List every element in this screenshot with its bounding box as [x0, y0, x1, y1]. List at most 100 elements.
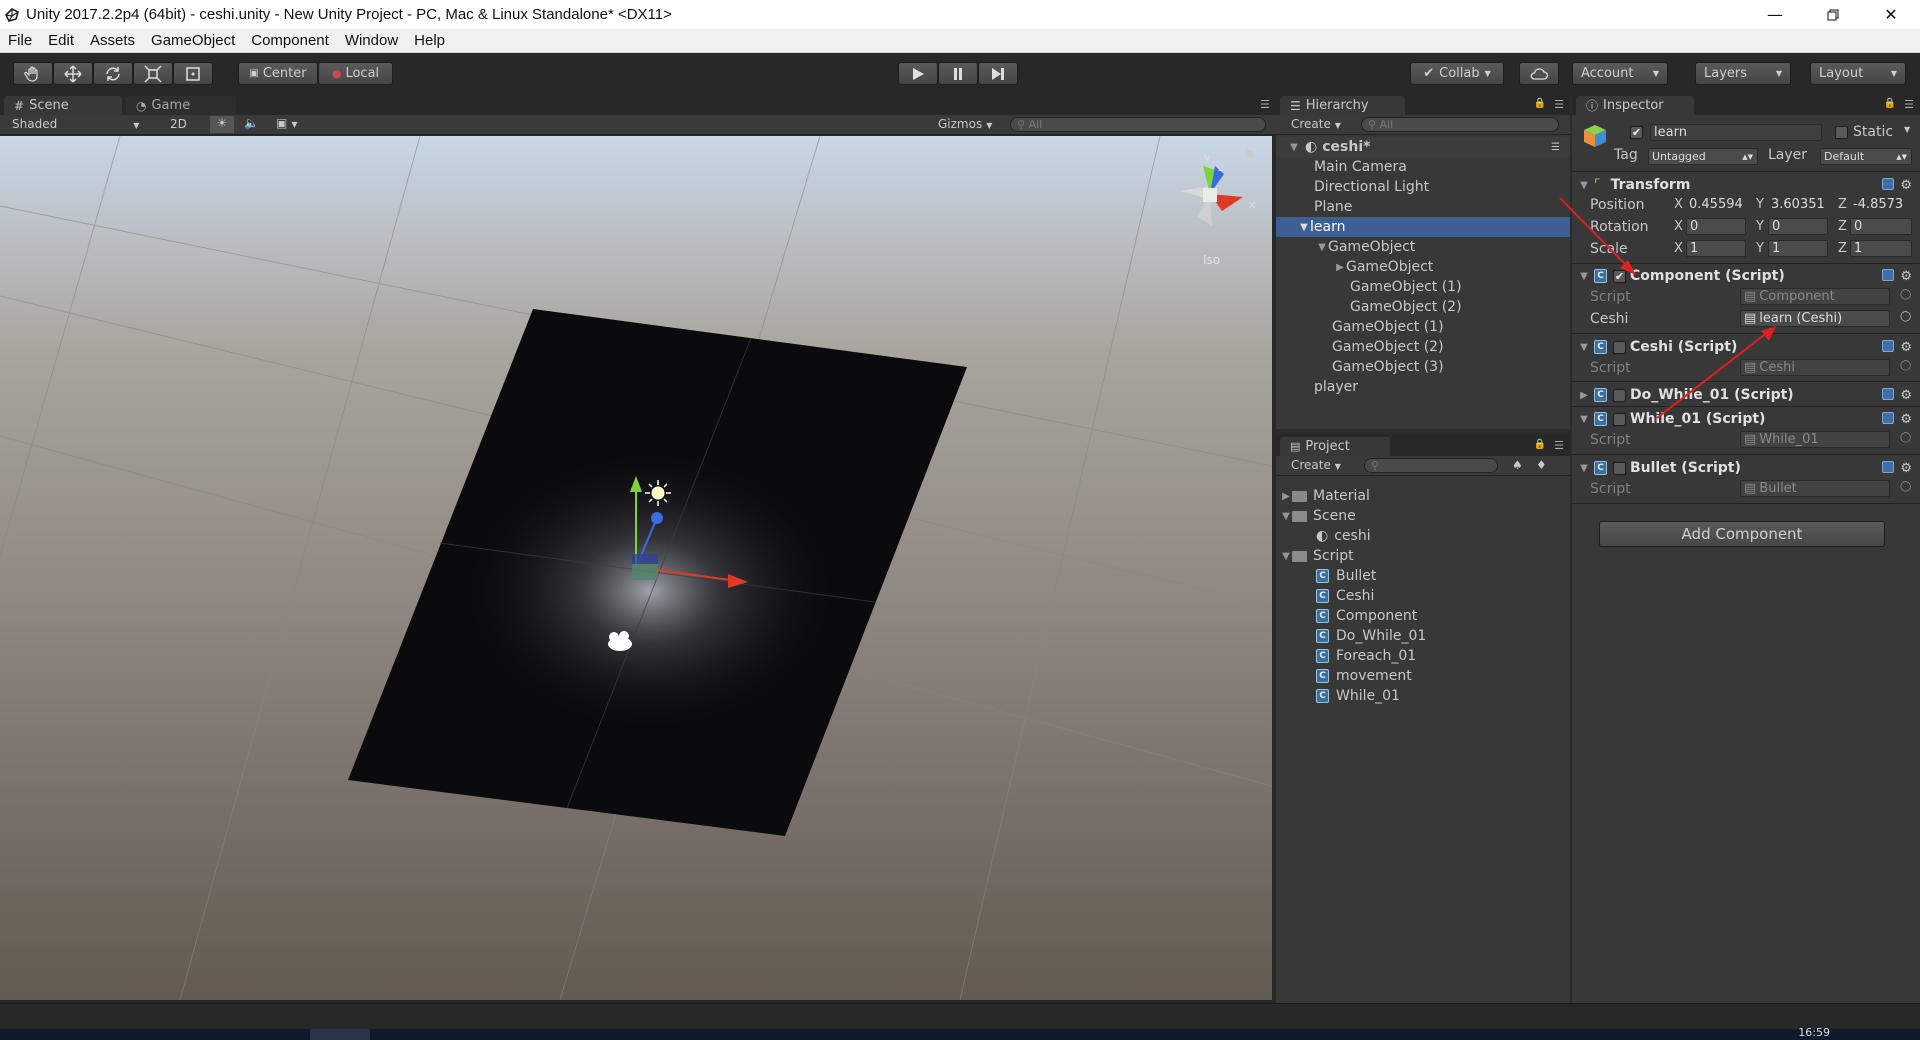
scene-root-row[interactable]: ▼ ◐ ceshi* ☰ [1276, 137, 1570, 157]
scene-search-input[interactable]: ⚲ All [1010, 117, 1266, 132]
static-dropdown-arrow-icon[interactable]: ▼ [1904, 125, 1910, 134]
hierarchy-item[interactable]: GameObject (1) [1276, 277, 1570, 297]
help-book-icon[interactable] [1882, 411, 1895, 424]
camera-gizmo-icon[interactable] [608, 631, 632, 651]
project-asset-row[interactable]: C Ceshi [1276, 586, 1570, 606]
gear-icon[interactable]: ⚙ [1900, 461, 1912, 476]
rect-tool-button[interactable] [173, 62, 213, 85]
tab-inspector[interactable]: ⓘ Inspector [1576, 96, 1694, 115]
filter-by-type-icon[interactable]: ♠ [1512, 458, 1523, 472]
restore-button[interactable] [1804, 0, 1862, 29]
taskbar-app-button[interactable] [310, 1029, 370, 1040]
position-y-field[interactable]: 3.60351 [1768, 196, 1828, 213]
hierarchy-search-input[interactable]: ⚲ All [1361, 117, 1559, 132]
help-book-icon[interactable] [1882, 339, 1895, 352]
gear-icon[interactable]: ⚙ [1900, 388, 1912, 403]
lock-icon[interactable]: 🔒 [1534, 98, 1546, 109]
lock-icon[interactable] [1246, 150, 1253, 158]
hierarchy-create-dropdown[interactable]: Create ▼ [1291, 117, 1341, 131]
component-script-header[interactable]: ▼ C ✔ Component (Script) ⚙ [1572, 266, 1920, 286]
2d-toggle[interactable]: 2D [170, 117, 187, 131]
step-button[interactable] [978, 62, 1018, 85]
add-component-button[interactable]: Add Component [1599, 521, 1885, 547]
object-name-input[interactable]: learn [1650, 124, 1822, 141]
position-z-field[interactable]: -4.8573 [1850, 196, 1912, 213]
object-picker-icon[interactable]: ◯ [1900, 289, 1911, 300]
ceshi-script-header[interactable]: ▼ C Ceshi (Script) ⚙ [1572, 337, 1920, 357]
cloud-button[interactable] [1519, 62, 1559, 85]
rotate-tool-button[interactable] [93, 62, 133, 85]
audio-toggle[interactable]: 🔈 [244, 116, 259, 130]
component-enabled-checkbox[interactable] [1613, 388, 1626, 402]
do-while-script-header[interactable]: ▶ C Do_While_01 (Script) ⚙ [1572, 385, 1920, 405]
project-folder-row[interactable]: ▼ Scene [1276, 506, 1570, 526]
menu-edit[interactable]: Edit [40, 32, 82, 49]
object-picker-icon[interactable]: ◯ [1900, 432, 1911, 443]
menu-component[interactable]: Component [243, 32, 337, 49]
scene-options-icon[interactable]: ☰ [1551, 142, 1560, 153]
menu-assets[interactable]: Assets [82, 32, 143, 49]
component-enabled-checkbox[interactable] [1613, 461, 1626, 475]
panel-menu-icon[interactable]: ☰ [1554, 439, 1564, 452]
pause-button[interactable] [938, 62, 978, 85]
lighting-toggle[interactable]: ☀ [210, 116, 234, 133]
tab-game[interactable]: ◔ Game [126, 96, 236, 115]
rotation-y-field[interactable]: 0 [1768, 218, 1828, 235]
effects-dropdown[interactable]: ▣ ▼ [276, 116, 298, 130]
position-x-field[interactable]: 0.45594 [1686, 196, 1746, 213]
play-button[interactable] [898, 62, 938, 85]
component-enabled-checkbox[interactable] [1613, 412, 1626, 426]
scale-z-field[interactable]: 1 [1850, 240, 1912, 257]
scale-tool-button[interactable] [133, 62, 173, 85]
menu-help[interactable]: Help [406, 32, 453, 49]
hierarchy-item[interactable]: Main Camera [1276, 157, 1570, 177]
gear-icon[interactable]: ⚙ [1900, 412, 1912, 427]
panel-menu-icon[interactable]: ☰ [1554, 98, 1564, 111]
hierarchy-item[interactable]: GameObject (2) [1276, 297, 1570, 317]
hierarchy-item[interactable]: ▶ GameObject [1276, 257, 1570, 277]
filter-by-label-icon[interactable]: ♦ [1536, 458, 1547, 472]
project-asset-row[interactable]: C Component [1276, 606, 1570, 626]
ceshi-reference-field[interactable]: ▤ learn (Ceshi) [1740, 310, 1890, 327]
scene-viewport[interactable]: y z x Iso [0, 136, 1272, 1000]
project-asset-row[interactable]: Cmovement [1276, 666, 1570, 686]
hierarchy-item[interactable]: GameObject (1) [1276, 317, 1570, 337]
project-asset-row[interactable]: C Foreach_01 [1276, 646, 1570, 666]
hand-tool-button[interactable] [13, 62, 53, 85]
help-book-icon[interactable] [1882, 177, 1895, 190]
panel-menu-icon[interactable]: ☰ [1260, 98, 1270, 111]
pivot-center-button[interactable]: ▣ Center [238, 62, 318, 85]
lock-icon[interactable]: 🔒 [1534, 439, 1546, 450]
project-asset-row[interactable]: ◐ ceshi [1276, 526, 1570, 546]
object-picker-icon[interactable]: ◯ [1900, 311, 1911, 322]
transform-header[interactable]: ▼ ⌜ Transform ⚙ [1572, 175, 1920, 195]
scale-y-field[interactable]: 1 [1768, 240, 1828, 257]
layout-dropdown[interactable]: Layout ▼ [1810, 62, 1906, 85]
hierarchy-item[interactable]: Directional Light [1276, 177, 1570, 197]
component-enabled-checkbox[interactable] [1613, 340, 1626, 354]
hierarchy-item[interactable]: Plane [1276, 197, 1570, 217]
help-book-icon[interactable] [1882, 387, 1895, 400]
layers-dropdown[interactable]: Layers ▼ [1695, 62, 1791, 85]
help-book-icon[interactable] [1882, 268, 1895, 281]
object-picker-icon[interactable]: ◯ [1900, 360, 1911, 371]
tab-hierarchy[interactable]: ☰ Hierarchy [1280, 96, 1405, 115]
pivot-local-button[interactable]: ● Local [318, 62, 393, 85]
component-enabled-checkbox[interactable]: ✔ [1613, 269, 1626, 283]
rotation-x-field[interactable]: 0 [1686, 218, 1746, 235]
scale-x-field[interactable]: 1 [1686, 240, 1746, 257]
object-picker-icon[interactable]: ◯ [1900, 481, 1911, 492]
project-create-dropdown[interactable]: Create ▼ [1291, 458, 1341, 472]
while-script-header[interactable]: ▼ C While_01 (Script) ⚙ [1572, 409, 1920, 429]
project-asset-row[interactable]: C Do_While_01 [1276, 626, 1570, 646]
project-folder-row[interactable]: ▶ Material [1276, 486, 1570, 506]
gear-icon[interactable]: ⚙ [1900, 340, 1912, 355]
menu-file[interactable]: File [0, 32, 40, 49]
tab-project[interactable]: ▤ Project [1280, 437, 1390, 456]
lock-icon[interactable]: 🔒 [1884, 98, 1896, 109]
hierarchy-item[interactable]: GameObject (3) [1276, 357, 1570, 377]
collab-button[interactable]: ✔ Collab ▼ [1410, 62, 1504, 85]
shading-mode-dropdown[interactable]: Shaded ▼ [12, 117, 139, 131]
active-checkbox[interactable]: ✔ [1630, 126, 1643, 139]
move-tool-button[interactable] [53, 62, 93, 85]
